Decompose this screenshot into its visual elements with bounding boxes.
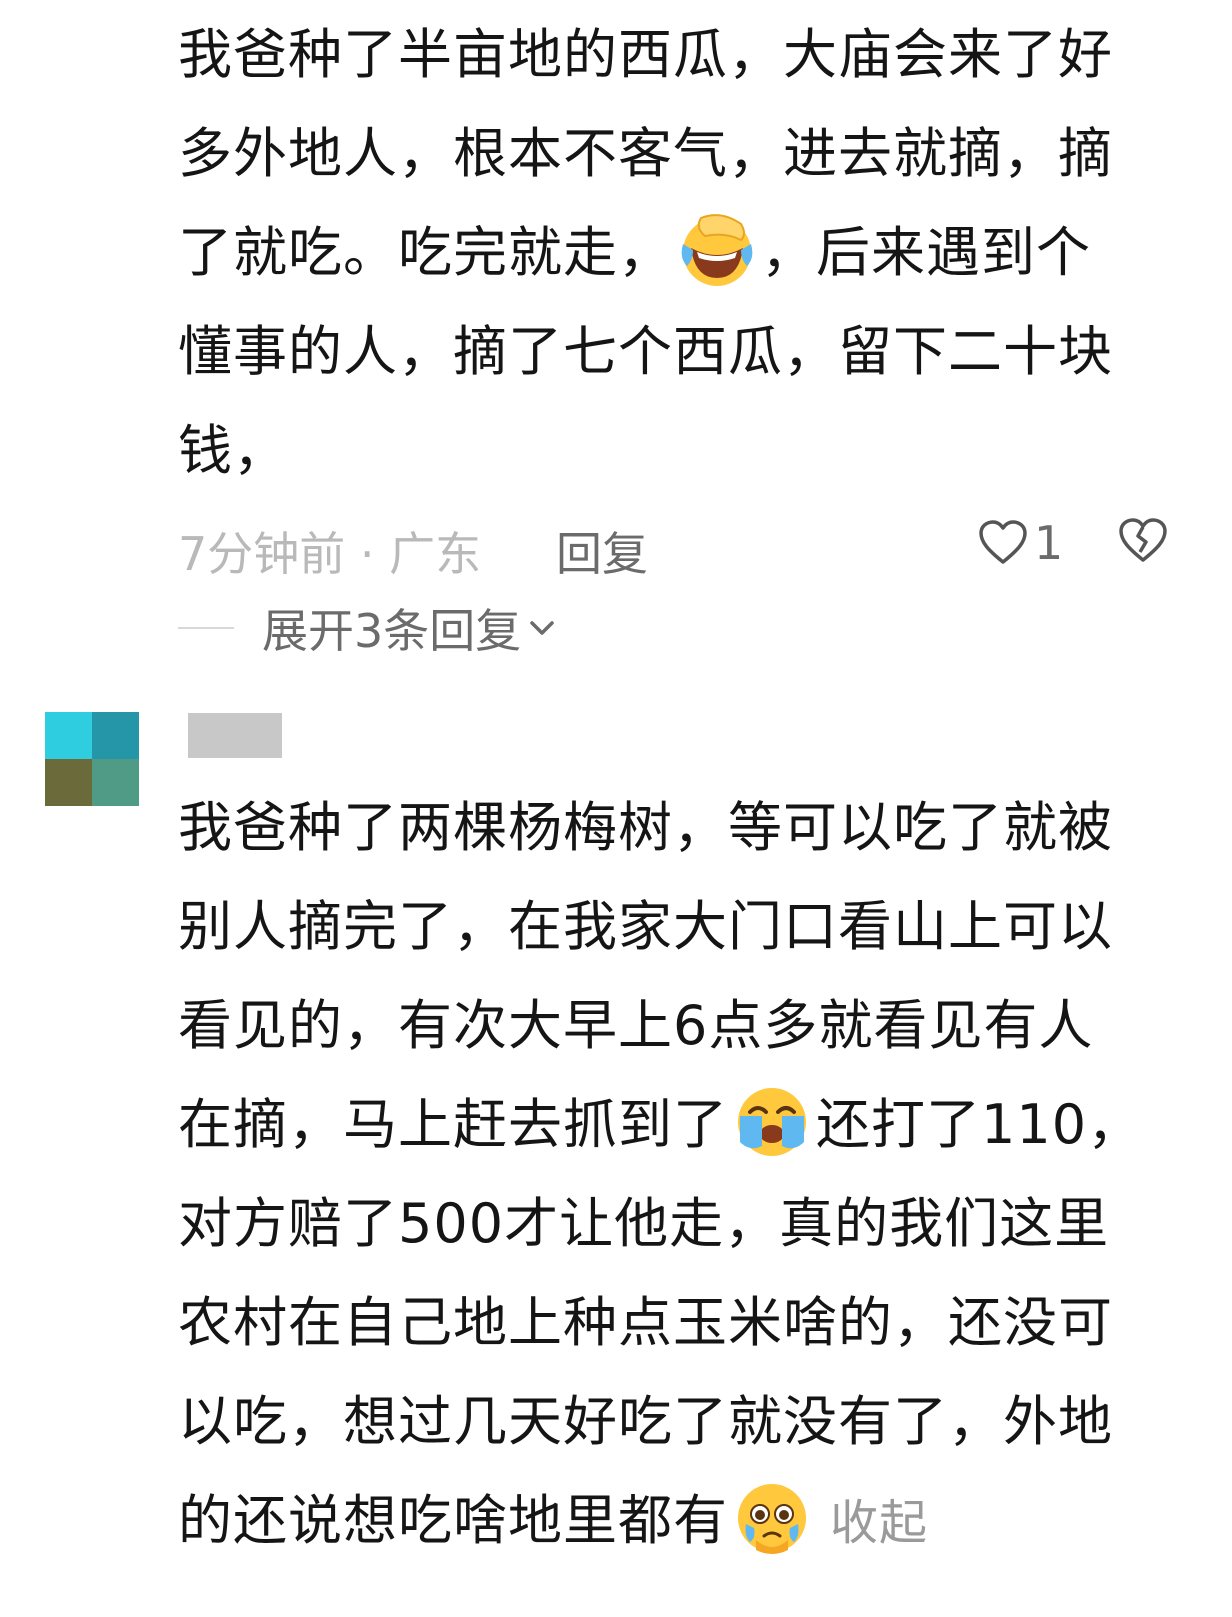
- comment-2-line-part: 的还说想吃啥地里都有: [178, 1489, 728, 1552]
- username-redacted[interactable]: [188, 713, 282, 758]
- avatar-tile: [92, 759, 139, 806]
- reply-button[interactable]: 回复: [556, 518, 648, 584]
- comment-2-line: 的还说想吃啥地里都有 收起: [178, 1471, 1178, 1573]
- comment-2-line: 我爸种了两棵杨梅树，等可以吃了就被: [178, 796, 1113, 859]
- comment-1-line: 钱，: [178, 419, 288, 482]
- divider-line: [178, 627, 234, 629]
- comment-2-line: 对方赔了500才让他走，真的我们这里: [178, 1192, 1110, 1255]
- comment-2-line: 在摘，马上赶去抓到了 还打了110，: [178, 1075, 1178, 1174]
- comment-1-line-part: 了就吃。吃完就走，: [178, 221, 673, 284]
- comment-1-line: 懂事的人，摘了七个西瓜，留下二十块: [178, 320, 1113, 383]
- avatar[interactable]: [45, 712, 139, 806]
- pleading-face-emoji: [738, 1484, 806, 1555]
- chevron-down-icon: [530, 621, 555, 635]
- dislike-button[interactable]: [1118, 518, 1168, 575]
- expand-replies[interactable]: 展开3条回复: [178, 598, 557, 658]
- like-button[interactable]: 1: [978, 516, 1063, 570]
- expand-replies-label: 展开3条回复: [262, 604, 522, 658]
- comment-1-line: 我爸种了半亩地的西瓜，大庙会来了好: [178, 23, 1113, 86]
- comment-1-line: 多外地人，根本不客气，进去就摘，摘: [178, 122, 1113, 185]
- comment-2-body: 我爸种了两棵杨梅树，等可以吃了就被 别人摘完了，在我家大门口看山上可以 看见的，…: [178, 778, 1178, 1573]
- comment-1-meta: 7分钟前 · 广东 回复 1: [178, 512, 1168, 582]
- loudly-crying-emoji: [738, 1088, 806, 1157]
- collapse-button[interactable]: 收起: [830, 1495, 928, 1551]
- comment-1-line-part: ，后来遇到个: [761, 221, 1091, 284]
- broken-heart-icon: [1119, 518, 1167, 562]
- facepalm-laughing-crying-emoji: [681, 214, 753, 287]
- comment-1-line: 了就吃。吃完就走， ，后来遇到个: [178, 203, 1178, 302]
- comment-2-line: 看见的，有次大早上6点多就看见有人: [178, 994, 1094, 1057]
- comment-2-line: 农村在自己地上种点玉米啥的，还没可: [178, 1291, 1113, 1354]
- comment-time-location: 7分钟前 · 广东: [178, 527, 482, 581]
- like-count: 1: [1034, 516, 1064, 570]
- comment-2-line-part: 还打了110，: [816, 1093, 1143, 1156]
- avatar-tile: [45, 759, 92, 806]
- comment-2-line-part: 在摘，马上赶去抓到了: [178, 1093, 728, 1156]
- comment-2-line: 以吃，想过几天好吃了就没有了，外地: [178, 1390, 1113, 1453]
- heart-outline-icon: [979, 520, 1027, 564]
- comment-2-line: 别人摘完了，在我家大门口看山上可以: [178, 895, 1113, 958]
- avatar-tile: [92, 712, 139, 759]
- comment-1-body: 我爸种了半亩地的西瓜，大庙会来了好 多外地人，根本不客气，进去就摘，摘 了就吃。…: [178, 5, 1178, 500]
- avatar-tile: [45, 712, 92, 759]
